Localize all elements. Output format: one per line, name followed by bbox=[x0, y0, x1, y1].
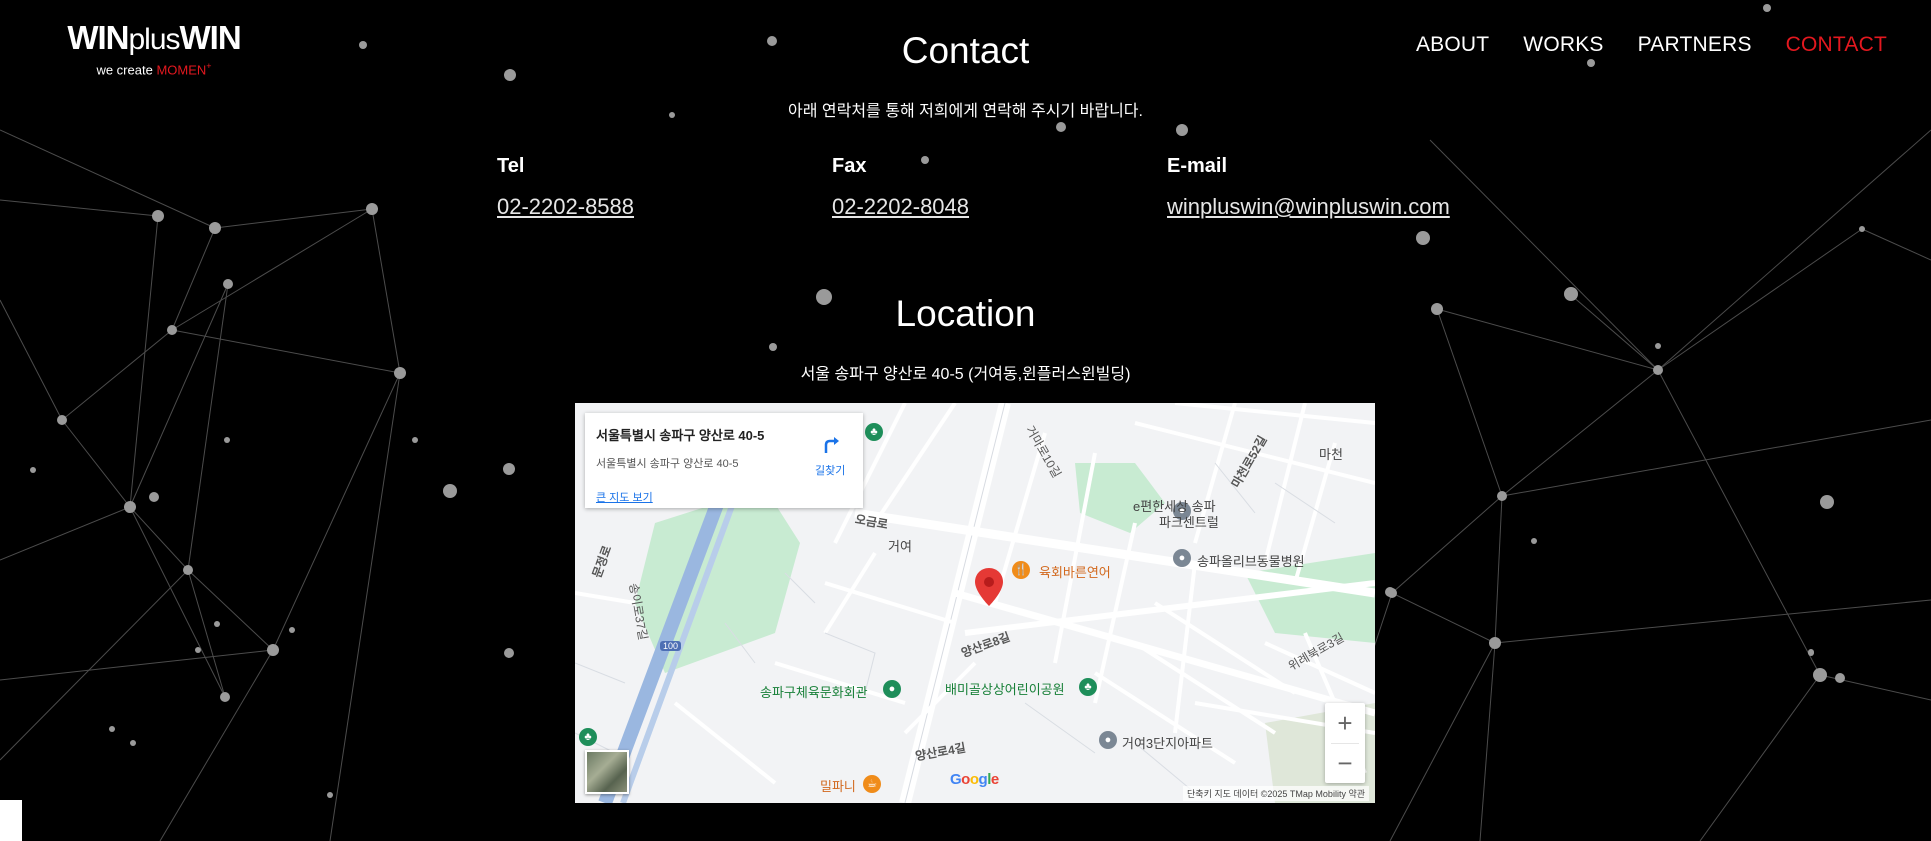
map-info-card: 서울특별시 송파구 양산로 40-5 서울특별시 송파구 양산로 40-5 큰 … bbox=[585, 413, 863, 508]
apartment2-poi-icon[interactable]: ● bbox=[1099, 731, 1117, 749]
tel-link[interactable]: 02-2202-8588 bbox=[497, 194, 634, 220]
park-poi-icon[interactable]: ♣ bbox=[865, 423, 883, 441]
map-label: 송파올리브동물병원 bbox=[1197, 554, 1305, 569]
left-edge-block bbox=[0, 800, 22, 841]
google-map[interactable]: ♣ 🍴 ● ● ● ♣ ● ☕ ♣ 송파구체육문화회관 배미골상상어린이공원 육… bbox=[575, 403, 1375, 803]
tel-label: Tel bbox=[497, 155, 525, 177]
zoom-out-button[interactable]: − bbox=[1325, 743, 1365, 783]
site-logo[interactable]: WINplusWIN we create MOMEN+ bbox=[62, 19, 246, 78]
park2-poi-icon[interactable]: ♣ bbox=[579, 728, 597, 746]
site-header: WINplusWIN we create MOMEN+ ABOUT WORKS … bbox=[0, 0, 1931, 100]
nav-works[interactable]: WORKS bbox=[1523, 33, 1603, 57]
map-label: 송파구체육문화회관 bbox=[760, 685, 868, 700]
map-card-address: 서울특별시 송파구 양산로 40-5 bbox=[596, 458, 739, 470]
nav-contact[interactable]: CONTACT bbox=[1786, 33, 1887, 57]
fax-link[interactable]: 02-2202-8048 bbox=[832, 194, 969, 220]
fax-label: Fax bbox=[832, 155, 867, 177]
satellite-toggle[interactable] bbox=[585, 750, 629, 794]
map-label: 거여3단지아파트 bbox=[1122, 736, 1213, 751]
cafe-poi-icon[interactable]: ☕ bbox=[863, 775, 881, 793]
nav-partners[interactable]: PARTNERS bbox=[1638, 33, 1752, 57]
zoom-controls: + − bbox=[1325, 703, 1365, 783]
logo-wordmark: WINplusWIN bbox=[67, 19, 241, 57]
sports-poi-icon[interactable]: ● bbox=[883, 680, 901, 698]
zoom-in-button[interactable]: + bbox=[1325, 703, 1365, 743]
email-label: E-mail bbox=[1167, 155, 1228, 177]
contact-email: E-mail winpluswin@winpluswin.com bbox=[1167, 155, 1450, 220]
map-label: 배미골상상어린이공원 bbox=[945, 682, 1065, 697]
map-label: 육회바른연어 bbox=[1039, 565, 1111, 580]
main-nav: ABOUT WORKS PARTNERS CONTACT bbox=[1416, 33, 1887, 57]
restaurant-poi-icon[interactable]: 🍴 bbox=[1012, 561, 1030, 579]
google-logo: Google bbox=[950, 771, 999, 788]
location-address: 서울 송파구 양산로 40-5 (거여동,윈플러스윈빌딩) bbox=[800, 366, 1131, 383]
map-label: 마천 bbox=[1319, 447, 1343, 462]
playground-poi-icon[interactable]: ♣ bbox=[1079, 678, 1097, 696]
location-pin-icon[interactable] bbox=[975, 568, 1003, 606]
logo-tagline: we create MOMEN+ bbox=[96, 61, 212, 78]
map-card-title: 서울특별시 송파구 양산로 40-5 bbox=[596, 428, 765, 443]
view-larger-map-link[interactable]: 큰 지도 보기 bbox=[596, 489, 653, 505]
directions-icon bbox=[824, 437, 839, 453]
map-label: 파크센트럴 bbox=[1159, 515, 1219, 530]
contact-subtitle: 아래 연락처를 통해 저희에게 연락해 주시기 바랍니다. bbox=[788, 103, 1143, 120]
email-link[interactable]: winpluswin@winpluswin.com bbox=[1167, 194, 1450, 220]
directions-label: 길찾기 bbox=[815, 465, 846, 477]
contact-tel: Tel 02-2202-8588 bbox=[497, 155, 634, 220]
map-label: 밀파니 bbox=[820, 779, 856, 794]
nav-about[interactable]: ABOUT bbox=[1416, 33, 1489, 57]
map-attribution[interactable]: 단축키 지도 데이터 ©2025 TMap Mobility 약관 bbox=[1183, 786, 1369, 801]
map-label: 거여 bbox=[888, 539, 912, 554]
highway-shield: 100 bbox=[660, 641, 682, 651]
directions-button[interactable]: 길찾기 bbox=[815, 433, 849, 477]
contact-fax: Fax 02-2202-8048 bbox=[832, 155, 969, 220]
location-title: Location bbox=[895, 293, 1036, 334]
clinic-poi-icon[interactable]: ● bbox=[1173, 549, 1191, 567]
